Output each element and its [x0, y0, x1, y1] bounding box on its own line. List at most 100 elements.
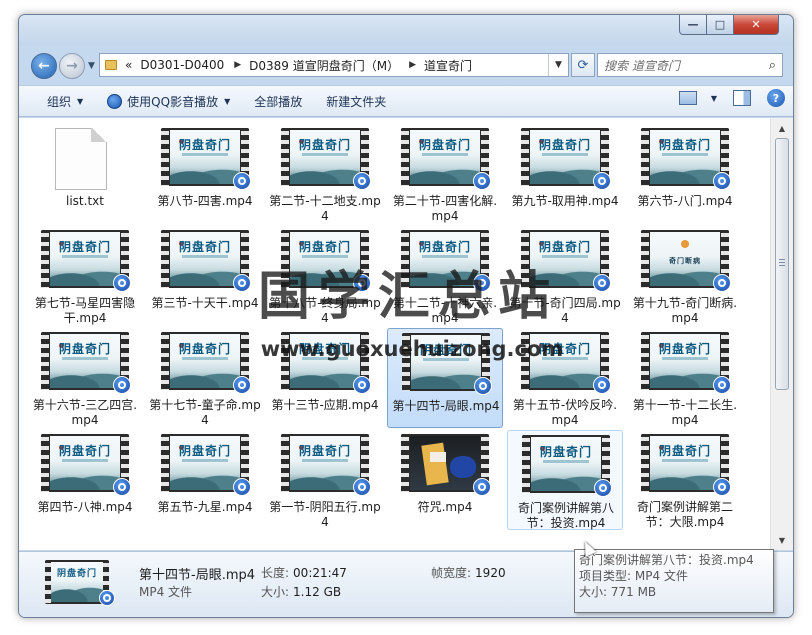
thumbnail-title: 阴盘奇门	[58, 240, 111, 254]
forward-button[interactable]: →	[59, 53, 85, 79]
file-name-label: 第十七节-童子命.mp4	[149, 398, 261, 427]
thumbnail-title: 阴盘奇门	[658, 138, 711, 152]
media-player-icon	[113, 376, 131, 394]
minimize-button[interactable]: —	[679, 15, 707, 35]
breadcrumb-item-2[interactable]: D0389 道宣阴盘奇门（M）	[249, 57, 399, 74]
details-size: 大小: 1.12 GB	[261, 585, 342, 599]
file-name-label: list.txt	[66, 194, 104, 208]
play-all-button[interactable]: 全部播放	[246, 88, 310, 114]
breadcrumb-separator-icon[interactable]: ▶	[234, 60, 241, 70]
organize-label: 组织	[47, 94, 72, 109]
text-file-icon	[55, 128, 107, 190]
file-item[interactable]: 阴盘奇门奇门案例讲解第二节：大限.mp4	[627, 430, 743, 530]
maximize-button[interactable]: □	[706, 15, 734, 35]
media-player-icon	[353, 172, 371, 190]
breadcrumb-prefix[interactable]: «	[125, 58, 132, 72]
address-dropdown-icon[interactable]: ▼	[548, 54, 568, 76]
file-item[interactable]: 阴盘奇门第六节-八门.mp4	[627, 124, 743, 224]
media-player-icon	[113, 478, 131, 496]
view-options-chevron-icon[interactable]: ▼	[711, 94, 717, 103]
file-name-label: 第六节-八门.mp4	[637, 194, 733, 208]
watermark-text: 国学汇总站	[257, 267, 558, 327]
file-item[interactable]: 阴盘奇门第七节-马星四害隐干.mp4	[27, 226, 143, 326]
tooltip-line-size: 大小: 771 MB	[579, 585, 657, 599]
media-player-icon	[473, 478, 491, 496]
file-item[interactable]: 阴盘奇门 第三节-十天干.mp4	[147, 226, 263, 326]
details-file-name: 第十四节-局眼.mp4	[139, 568, 256, 583]
file-item[interactable]: list.txt	[27, 124, 143, 224]
file-name-label: 第十九节-奇门断病.mp4	[632, 296, 738, 325]
file-name-label: 第九节-取用神.mp4	[511, 194, 619, 208]
scrollbar-thumb[interactable]	[775, 138, 789, 390]
organize-button[interactable]: 组织 ▼	[39, 88, 91, 114]
media-player-icon	[233, 376, 251, 394]
search-input[interactable]: 搜索 道宣奇门 ⌕	[597, 53, 783, 77]
chevron-down-icon: ▼	[224, 96, 231, 106]
file-item[interactable]: 阴盘奇门第八节-四害.mp4	[147, 124, 263, 224]
media-player-icon	[713, 274, 731, 292]
file-name-label: 第十六节-三乙四宫.mp4	[32, 398, 138, 427]
file-item[interactable]: 阴盘奇门第九节-取用神.mp4	[507, 124, 623, 224]
details-file-type: MP4 文件	[139, 585, 193, 599]
thumbnail-title: 阴盘奇门	[178, 138, 231, 152]
close-button[interactable]: ✕	[733, 15, 779, 35]
tooltip-line-name: 奇门案例讲解第八节：投资.mp4	[579, 553, 754, 567]
breadcrumb-separator-icon[interactable]: ▶	[409, 60, 416, 70]
media-player-icon	[474, 377, 492, 395]
help-icon[interactable]: ?	[767, 89, 785, 107]
media-player-icon	[713, 172, 731, 190]
file-item[interactable]: 阴盘奇门 第二十节-四害化解.mp4	[387, 124, 503, 224]
change-view-icon[interactable]	[678, 91, 697, 105]
play-with-qq-button[interactable]: 使用QQ影音播放 ▼	[99, 88, 238, 114]
file-name-label: 第十三节-应期.mp4	[271, 398, 379, 412]
folder-icon	[105, 60, 117, 70]
thumbnail-title: 阴盘奇门	[298, 444, 351, 458]
refresh-button[interactable]: ⟳	[571, 53, 595, 77]
chevron-down-icon: ▼	[77, 96, 84, 106]
thumbnail-title: 阴盘奇门	[538, 138, 591, 152]
media-player-icon	[593, 376, 611, 394]
search-icon[interactable]: ⌕	[769, 58, 776, 73]
file-item[interactable]: 阴盘奇门 第十六节-三乙四宫.mp4	[27, 328, 143, 428]
file-item[interactable]: 阴盘奇门 第二节-十二地支.mp4	[267, 124, 383, 224]
media-player-icon	[353, 478, 371, 496]
file-name-label: 奇门案例讲解第二节：大限.mp4	[636, 500, 733, 529]
breadcrumb-item-3[interactable]: 道宣奇门	[424, 57, 472, 74]
address-bar[interactable]: « D0301-D0400 ▶ D0389 道宣阴盘奇门（M） ▶ 道宣奇门 ▼	[99, 53, 569, 77]
thumbnail-title: 阴盘奇门	[538, 240, 591, 254]
file-item[interactable]: 阴盘奇门 第一节-阴阳五行.mp4	[267, 430, 383, 530]
command-bar: 组织 ▼ 使用QQ影音播放 ▼ 全部播放 新建文件夹 ▼ ?	[19, 85, 793, 117]
scroll-up-icon[interactable]: ▲	[774, 120, 790, 136]
file-name-label: 第十一节-十二长生.mp4	[632, 398, 738, 427]
file-name-label: 第十五节-伏吟反吟.mp4	[512, 398, 618, 427]
file-name-label: 第三节-十天干.mp4	[151, 296, 259, 310]
file-item[interactable]: 阴盘奇门 第四节-八神.mp4	[27, 430, 143, 530]
preview-pane-icon[interactable]	[733, 90, 751, 106]
media-player-icon	[594, 479, 612, 497]
file-name-label: 符咒.mp4	[417, 500, 473, 514]
breadcrumb-item-1[interactable]: D0301-D0400	[140, 58, 224, 72]
thumbnail-title: 阴盘奇门	[418, 240, 471, 254]
file-tooltip: 奇门案例讲解第八节：投资.mp4 项目类型: MP4 文件 大小: 771 MB	[574, 549, 774, 613]
file-item[interactable]: 奇门断病 第十九节-奇门断病.mp4	[627, 226, 743, 326]
file-item[interactable]: 阴盘奇门 第十一节-十二长生.mp4	[627, 328, 743, 428]
media-player-icon	[713, 376, 731, 394]
file-name-label: 第七节-马星四害隐干.mp4	[34, 296, 136, 325]
file-item[interactable]: 阴盘奇门 第五节-九星.mp4	[147, 430, 263, 530]
thumbnail-title: 阴盘奇门	[658, 444, 711, 458]
file-name-label: 第八节-四害.mp4	[157, 194, 253, 208]
recent-pages-arrow-icon[interactable]: ▼	[88, 61, 95, 71]
file-item[interactable]: 阴盘奇门 奇门案例讲解第八节：投资.mp4	[507, 430, 623, 530]
play-all-label: 全部播放	[254, 94, 303, 109]
play-with-qq-label: 使用QQ影音播放	[127, 94, 219, 109]
media-player-icon	[233, 172, 251, 190]
back-button[interactable]: ←	[31, 53, 57, 79]
thumbnail-title: 阴盘奇门	[298, 240, 351, 254]
new-folder-button[interactable]: 新建文件夹	[318, 88, 394, 114]
file-item[interactable]: 符咒.mp4	[387, 430, 503, 530]
file-list-area[interactable]: list.txt 阴盘奇门 第八节-四害.mp4 阴盘奇门 第二节-十二地支.mp4 阴盘…	[19, 118, 770, 550]
media-player-icon	[593, 172, 611, 190]
vertical-scrollbar[interactable]: ▲ ▼	[770, 118, 793, 550]
scroll-down-icon[interactable]: ▼	[774, 532, 790, 548]
search-placeholder: 搜索 道宣奇门	[604, 58, 680, 73]
